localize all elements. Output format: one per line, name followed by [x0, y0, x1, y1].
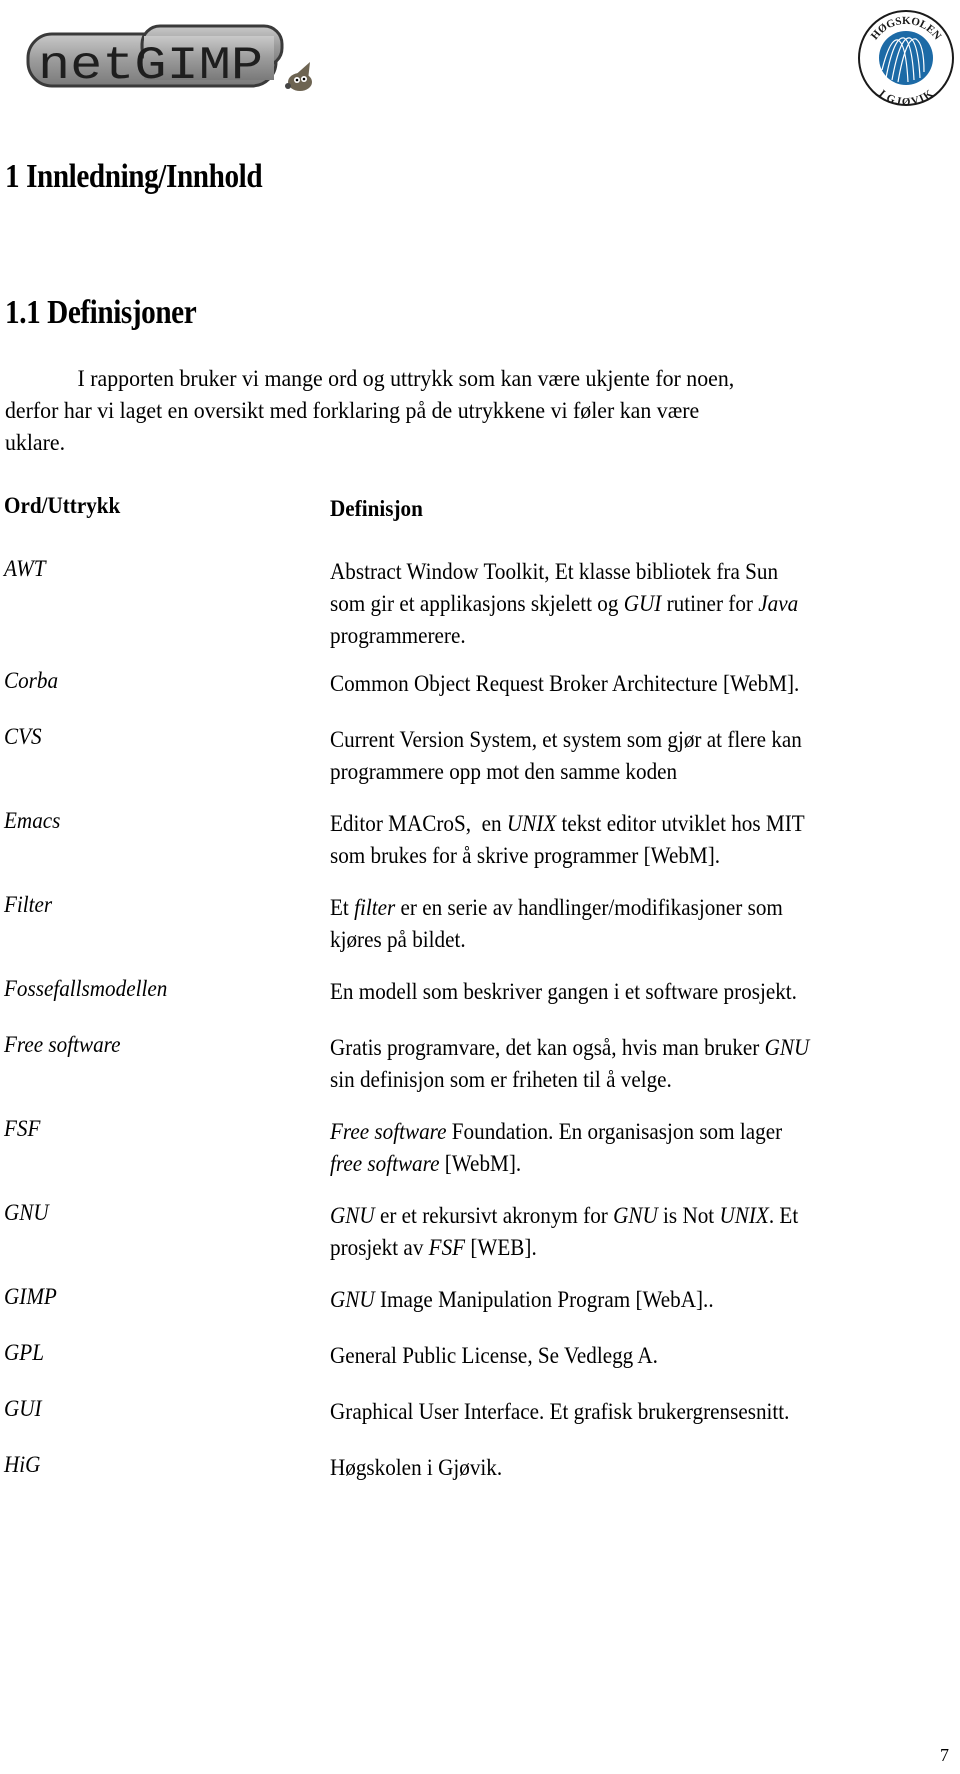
definition: GNU er et rekursivt akronym for GNU is N…: [330, 1200, 924, 1264]
definition-text: . Et: [768, 1203, 799, 1229]
term: GUI: [4, 1396, 42, 1422]
definition-text: kjøres på bildet.: [330, 927, 466, 953]
definition-text: programmere opp mot den samme koden: [330, 759, 678, 785]
definition-text: Graphical User Interface. Et grafisk bru…: [330, 1399, 790, 1425]
emphasized-term: GNU: [764, 1035, 810, 1061]
definition: Høgskolen i Gjøvik.: [330, 1452, 924, 1484]
definition-text: Et: [330, 895, 355, 921]
term: Emacs: [4, 808, 61, 834]
term: Fossefallsmodellen: [4, 976, 168, 1002]
definition-text: som brukes for å skrive programmer [WebM…: [330, 843, 721, 869]
definition-line: sin definisjon som er friheten til å vel…: [330, 1064, 924, 1096]
definition-text: rutiner for: [661, 591, 759, 617]
term: GIMP: [4, 1284, 57, 1310]
definition-text: [WEB].: [465, 1235, 537, 1261]
definition-text: prosjekt av: [330, 1235, 429, 1261]
definition-line: Et filter er en serie av handlinger/modi…: [330, 892, 924, 924]
term: Corba: [4, 668, 59, 694]
definition-line: Abstract Window Toolkit, Et klasse bibli…: [330, 556, 924, 588]
emphasized-term: GNU: [330, 1203, 375, 1229]
hig-logo: HØGSKOLEN I GJØVIK: [858, 10, 954, 108]
definition-text: [WebM].: [439, 1151, 522, 1177]
definition: Graphical User Interface. Et grafisk bru…: [330, 1396, 924, 1428]
term: Filter: [4, 892, 53, 918]
definition-line: Høgskolen i Gjøvik.: [330, 1452, 924, 1484]
definition-text: er en serie av handlinger/modifikasjoner…: [395, 895, 783, 921]
definition-text: tekst editor utviklet hos MIT: [556, 811, 805, 837]
definition-line: General Public License, Se Vedlegg A.: [330, 1340, 924, 1372]
definition-line: Current Version System, et system som gj…: [330, 724, 924, 756]
emphasized-term: filter: [354, 895, 396, 921]
column-header-term: Ord/Uttrykk: [4, 493, 121, 519]
definition-text: Image Manipulation Program [WebA]..: [374, 1287, 714, 1313]
definition-line: GNU Image Manipulation Program [WebA]..: [330, 1284, 924, 1316]
definition-text: som gir et applikasjons skjelett og: [330, 591, 624, 617]
definition: Current Version System, et system som gj…: [330, 724, 924, 788]
definition-line: som brukes for å skrive programmer [WebM…: [330, 840, 924, 872]
emphasized-term: GNU: [613, 1203, 658, 1229]
definition-line: En modell som beskriver gangen i et soft…: [330, 976, 924, 1008]
definition-line: som gir et applikasjons skjelett og GUI …: [330, 588, 924, 620]
emphasized-term: Java: [758, 591, 799, 617]
definition-line: Editor MACroS, en UNIX tekst editor utvi…: [330, 808, 924, 840]
emphasized-term: GUI: [623, 591, 662, 617]
netgimp-logo-text: netGIMP: [38, 40, 263, 92]
definition-line: Gratis programvare, det kan også, hvis m…: [330, 1032, 924, 1064]
definition: Et filter er en serie av handlinger/modi…: [330, 892, 924, 956]
chapter-heading: 1 Innledning/Innhold: [5, 158, 263, 195]
term: GNU: [4, 1200, 49, 1226]
definition: General Public License, Se Vedlegg A.: [330, 1340, 924, 1372]
term: CVS: [4, 724, 42, 750]
term: Free software: [4, 1032, 121, 1058]
intro-paragraph: I rapporten bruker vi mange ord og uttry…: [5, 363, 879, 459]
definition-line: programmere opp mot den samme koden: [330, 756, 924, 788]
definition-text: is Not: [657, 1203, 720, 1229]
column-header-definition: Definisjon: [330, 496, 423, 522]
definition-text: Høgskolen i Gjøvik.: [330, 1455, 503, 1481]
definition-line: kjøres på bildet.: [330, 924, 924, 956]
definition-text: sin definisjon som er friheten til å vel…: [330, 1067, 672, 1093]
definition-text: programmerere.: [330, 623, 466, 649]
definition-text: Abstract Window Toolkit, Et klasse bibli…: [330, 559, 779, 585]
definition-line: Graphical User Interface. Et grafisk bru…: [330, 1396, 924, 1428]
emphasized-term: free software: [330, 1151, 440, 1177]
emphasized-term: UNIX: [506, 811, 557, 837]
term: FSF: [4, 1116, 41, 1142]
definition-line: prosjekt av FSF [WEB].: [330, 1232, 924, 1264]
page-number: 7: [940, 1745, 949, 1765]
definition-text: er et rekursivt akronym for: [374, 1203, 614, 1229]
definition: Common Object Request Broker Architectur…: [330, 668, 924, 700]
intro-line-2: derfor har vi laget en oversikt med fork…: [5, 398, 700, 424]
definition-text: En modell som beskriver gangen i et soft…: [330, 979, 797, 1005]
wilber-mascot-icon: [285, 62, 312, 91]
emphasized-term: FSF: [428, 1235, 466, 1261]
term: HiG: [4, 1452, 41, 1478]
emphasized-term: Free software: [330, 1119, 447, 1145]
definition: Gratis programvare, det kan også, hvis m…: [330, 1032, 924, 1096]
intro-line-3: uklare.: [5, 430, 66, 456]
definition-text: Editor MACroS, en: [330, 811, 507, 837]
intro-line-1: I rapporten bruker vi mange ord og uttry…: [77, 366, 735, 392]
definition-text: Current Version System, et system som gj…: [330, 727, 802, 753]
emphasized-term: UNIX: [719, 1203, 769, 1229]
netgimp-logo: netGIMP: [26, 24, 312, 92]
definition-line: programmerere.: [330, 620, 924, 652]
term: AWT: [4, 556, 46, 582]
definition: En modell som beskriver gangen i et soft…: [330, 976, 924, 1008]
definition: GNU Image Manipulation Program [WebA]..: [330, 1284, 924, 1316]
emphasized-term: GNU: [330, 1287, 375, 1313]
definition-line: GNU er et rekursivt akronym for GNU is N…: [330, 1200, 924, 1232]
definition-text: Foundation. En organisasjon som lager: [446, 1119, 783, 1145]
definition-text: Common Object Request Broker Architectur…: [330, 671, 800, 697]
definition: Editor MACroS, en UNIX tekst editor utvi…: [330, 808, 924, 872]
definition-text: Gratis programvare, det kan også, hvis m…: [330, 1035, 765, 1061]
definition-line: free software [WebM].: [330, 1148, 924, 1180]
definition-line: Common Object Request Broker Architectur…: [330, 668, 924, 700]
definition-text: General Public License, Se Vedlegg A.: [330, 1343, 658, 1369]
definition-line: Free software Foundation. En organisasjo…: [330, 1116, 924, 1148]
definition: Abstract Window Toolkit, Et klasse bibli…: [330, 556, 924, 652]
section-heading: 1.1 Definisjoner: [5, 294, 197, 331]
definition: Free software Foundation. En organisasjo…: [330, 1116, 924, 1180]
term: GPL: [4, 1340, 44, 1366]
